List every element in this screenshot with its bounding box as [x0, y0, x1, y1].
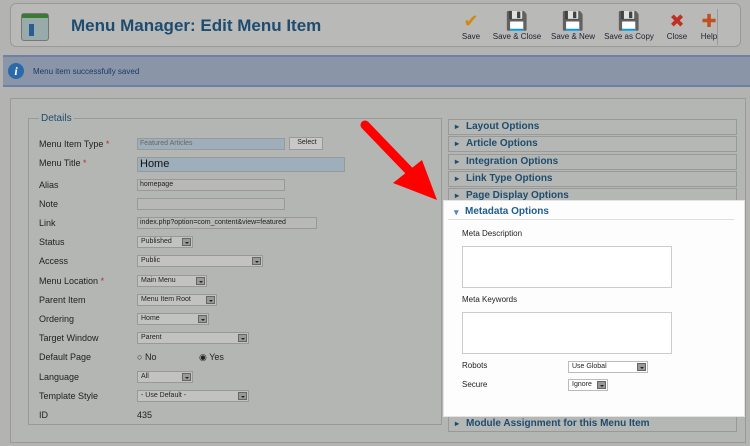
annotation-arrow — [360, 120, 437, 200]
